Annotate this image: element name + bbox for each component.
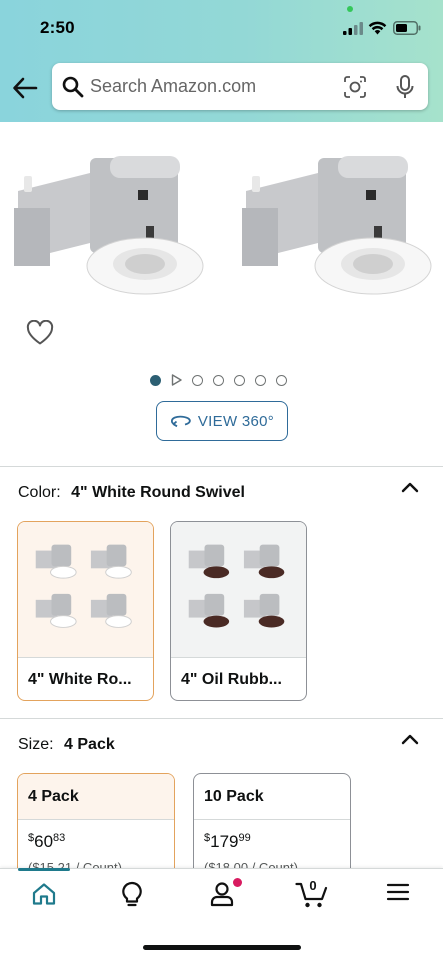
section-divider	[0, 718, 443, 719]
color-option-label: 4" White Ro...	[18, 657, 153, 700]
view-360-label: VIEW 360°	[197, 412, 275, 430]
notification-badge	[233, 878, 242, 887]
carousel-dot[interactable]	[213, 374, 224, 386]
wishlist-heart-icon[interactable]	[26, 320, 54, 346]
size-section-header: Size: 4 Pack	[18, 736, 115, 754]
cellular-signal-icon	[343, 22, 363, 35]
size-option-price: $6083	[28, 832, 65, 852]
nav-inspire[interactable]	[112, 881, 152, 913]
microphone-icon[interactable]	[395, 74, 415, 100]
section-divider	[0, 466, 443, 467]
size-option-4-pack[interactable]: 4 Pack $6083 ($15.21 / Count)	[17, 773, 175, 883]
home-indicator	[143, 945, 301, 950]
color-label: Color:	[18, 484, 61, 501]
status-time: 2:50	[40, 18, 75, 37]
lightbulb-icon	[122, 881, 142, 907]
status-bar: 2:50	[0, 0, 443, 56]
size-selected-value: 4 Pack	[64, 736, 115, 753]
size-option-name: 4 Pack	[18, 774, 174, 820]
chevron-up-icon[interactable]	[401, 733, 419, 745]
carousel-pagination	[150, 373, 287, 387]
back-arrow-icon[interactable]	[12, 76, 38, 100]
product-image-carousel[interactable]: VIEW 360°	[0, 122, 443, 466]
carousel-dot[interactable]	[234, 374, 245, 386]
nav-active-indicator	[18, 868, 70, 871]
view-360-button[interactable]: VIEW 360°	[156, 401, 288, 441]
price-whole: 179	[210, 832, 239, 851]
bottom-navigation-bar: 0	[0, 868, 443, 960]
price-whole: 60	[34, 832, 54, 851]
carousel-dot[interactable]	[255, 374, 266, 386]
size-option-10-pack[interactable]: 10 Pack $17999 ($18.00 / Count)	[193, 773, 351, 883]
top-header: 2:50	[0, 0, 443, 122]
price-fraction: 83	[53, 832, 66, 844]
color-swatch-image	[18, 522, 153, 657]
menu-icon	[386, 883, 410, 901]
color-selected-value: 4" White Round Swivel	[71, 484, 245, 501]
product-image[interactable]	[238, 148, 433, 298]
size-label: Size:	[18, 736, 54, 753]
nav-home[interactable]	[24, 881, 64, 913]
carousel-dot[interactable]	[192, 374, 203, 386]
nav-menu[interactable]	[378, 881, 418, 913]
color-option-oil-rubbed[interactable]: 4" Oil Rubb...	[170, 521, 307, 701]
chevron-up-icon[interactable]	[401, 481, 419, 493]
account-icon	[210, 882, 234, 907]
size-option-name: 10 Pack	[194, 774, 350, 820]
search-bar[interactable]	[52, 63, 428, 110]
cart-count: 0	[309, 878, 317, 893]
wifi-icon	[368, 21, 387, 35]
size-option-price: $17999	[204, 832, 251, 852]
color-section-header: Color: 4" White Round Swivel	[18, 484, 245, 502]
search-input[interactable]	[90, 63, 340, 110]
rotate-360-icon	[170, 415, 191, 428]
home-icon	[32, 883, 56, 905]
video-play-icon[interactable]	[171, 374, 182, 386]
color-swatch-image	[171, 522, 306, 657]
search-icon	[62, 76, 84, 98]
color-option-white[interactable]: 4" White Ro...	[17, 521, 154, 701]
color-option-label: 4" Oil Rubb...	[171, 657, 306, 700]
product-image[interactable]	[10, 148, 205, 298]
carousel-dot[interactable]	[276, 374, 287, 386]
battery-icon	[393, 21, 421, 35]
carousel-dot-active[interactable]	[150, 374, 161, 386]
camera-indicator-dot	[347, 6, 353, 12]
camera-scan-icon[interactable]	[343, 75, 367, 99]
price-fraction: 99	[238, 832, 251, 844]
